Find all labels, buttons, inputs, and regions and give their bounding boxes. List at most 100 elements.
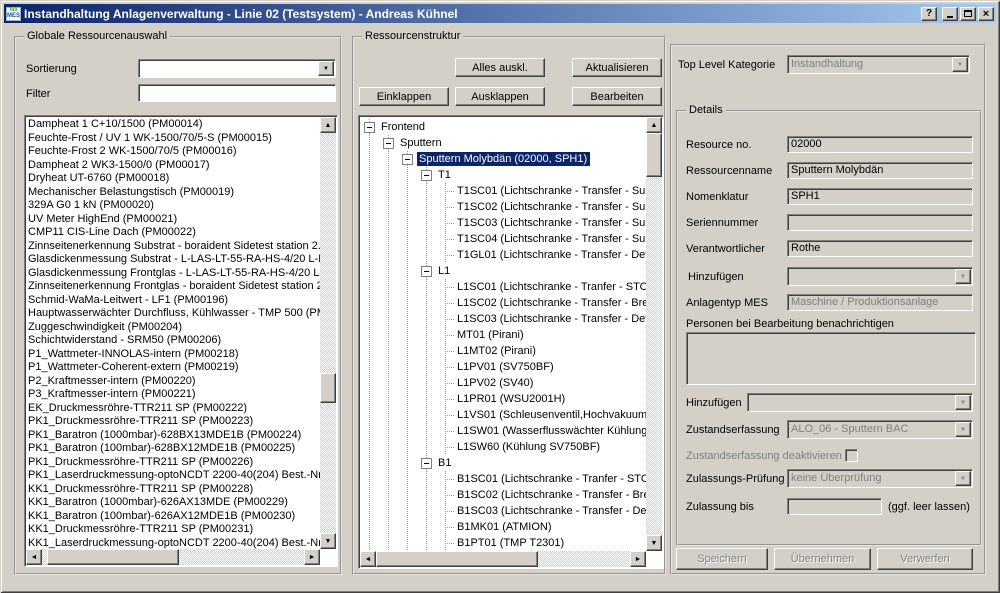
minimize-button[interactable]	[942, 7, 958, 21]
list-item[interactable]: Glasdickenmessung Frontglas - L-LAS-LT-5…	[26, 267, 320, 281]
ressourcenname-field[interactable]: Sputtern Molybdän	[787, 162, 973, 179]
list-item[interactable]: Glasdickenmessung Substrat - L-LAS-LT-55…	[26, 253, 320, 267]
aktualisieren-button[interactable]: Aktualisieren	[572, 58, 662, 77]
list-item[interactable]: KK1_Baratron (100mbar)-626AX12MDE1B (PM0…	[26, 510, 320, 524]
list-item[interactable]: Dryheat UT-6760 (PM00018)	[26, 172, 320, 186]
tree-vertical-scrollbar[interactable]: ▲ ▼	[646, 117, 662, 551]
tree-horizontal-scrollbar[interactable]: ◄ ►	[360, 551, 646, 567]
tree-item[interactable]: B1	[360, 455, 646, 471]
list-item[interactable]: Feuchte-Frost / UV 1 WK-1500/70/5-S (PM0…	[26, 132, 320, 146]
list-item[interactable]: Zuggeschwindigkeit (PM00204)	[26, 321, 320, 335]
sortierung-combobox[interactable]: ▼	[138, 59, 336, 78]
verwerfen-button[interactable]: Verwerfen	[877, 548, 973, 570]
list-item[interactable]: P1_Wattmeter-Coherent-extern (PM00219)	[26, 361, 320, 375]
list-item[interactable]: P2_Kraftmesser-intern (PM00220)	[26, 375, 320, 389]
tree-item[interactable]: T1SC01 (Lichtschranke - Transfer - Sub	[360, 183, 646, 199]
list-vscroll-thumb[interactable]	[320, 373, 336, 403]
tree-item[interactable]: L1SW01 (Wasserflusswächter Kühlung	[360, 423, 646, 439]
tree-collapse-icon[interactable]	[417, 455, 436, 471]
tree-item[interactable]: B1MK01 (ATMION)	[360, 519, 646, 535]
tree-item[interactable]: B1SC03 (Lichtschranke - Transfer - Dete	[360, 503, 646, 519]
verantwortlicher-field[interactable]: Rothe	[787, 240, 973, 257]
tree-collapse-icon[interactable]	[398, 151, 417, 167]
resource-listbox[interactable]: Dampheat 1 C+10/1500 (PM00014)Feuchte-Fr…	[24, 115, 338, 567]
list-item[interactable]: UV Meter HighEnd (PM00021)	[26, 213, 320, 227]
titlebar[interactable]: fab MES Instandhaltung Anlagenverwaltung…	[4, 4, 996, 23]
tree-item[interactable]: MT01 (Pirani)	[360, 327, 646, 343]
scroll-right-icon[interactable]: ►	[304, 549, 320, 565]
tree-item[interactable]: L1SC02 (Lichtschranke - Transfer - Bren	[360, 295, 646, 311]
list-item[interactable]: KK1_Druckmessröhre-TTR211 SP (PM00231)	[26, 523, 320, 537]
tree-item[interactable]: L1SW60 (Kühlung SV750BF)	[360, 439, 646, 455]
tree-item[interactable]: T1SC03 (Lichtschranke - Transfer - Sub	[360, 215, 646, 231]
list-vertical-scrollbar[interactable]: ▲ ▼	[320, 117, 336, 549]
chevron-down-icon[interactable]: ▼	[318, 61, 334, 76]
tree-item[interactable]: B1PT01 (TMP T2301)	[360, 535, 646, 551]
list-item[interactable]: Zinnseitenerkennung Substrat - boraident…	[26, 240, 320, 254]
scroll-down-icon[interactable]: ▼	[320, 533, 336, 549]
personen-box[interactable]	[686, 332, 976, 385]
tree-collapse-icon[interactable]	[360, 119, 379, 135]
nomenklatur-field[interactable]: SPH1	[787, 188, 973, 205]
speichern-button[interactable]: Speichern	[676, 548, 768, 570]
maximize-button[interactable]	[960, 7, 976, 21]
tree-vscroll-thumb[interactable]	[646, 133, 662, 177]
list-hscroll-thumb[interactable]	[47, 549, 179, 565]
tree-hscroll-thumb[interactable]	[376, 551, 538, 567]
list-item[interactable]: KK1_Baratron (1000mbar)-626AX13MDE (PM00…	[26, 496, 320, 510]
list-item[interactable]: P1_Wattmeter-INNOLAS-intern (PM00218)	[26, 348, 320, 362]
list-item[interactable]: Mechanischer Belastungstisch (PM00019)	[26, 186, 320, 200]
tree-item[interactable]: T1SC04 (Lichtschranke - Transfer - Sub	[360, 231, 646, 247]
tree-item[interactable]: L1	[360, 263, 646, 279]
help-button[interactable]: ?	[921, 7, 937, 21]
tree-item[interactable]: L1PV02 (SV40)	[360, 375, 646, 391]
list-item[interactable]: Hauptwasserwächter Durchfluss, Kühlwasse…	[26, 307, 320, 321]
tree-item[interactable]: T1SC02 (Lichtschranke - Transfer - Sub	[360, 199, 646, 215]
list-item[interactable]: Zinnseitenerkennung Frontglas - boraiden…	[26, 280, 320, 294]
scroll-left-icon[interactable]: ◄	[26, 549, 42, 565]
tree-item[interactable]: L1SC01 (Lichtschranke - Tranfer - STOP	[360, 279, 646, 295]
tree-item[interactable]: B1SC02 (Lichtschranke - Transfer - Bren	[360, 487, 646, 503]
list-item[interactable]: PK1_Baratron (100mbar)-628BX12MDE1B (PM0…	[26, 442, 320, 456]
list-item[interactable]: Schichtwiderstand - SRM50 (PM00206)	[26, 334, 320, 348]
list-item[interactable]: KK1_Druckmessröhre-TTR211 SP (PM00228)	[26, 483, 320, 497]
seriennummer-field[interactable]	[787, 214, 973, 231]
tree-item[interactable]: L1VS01 (Schleusenventil,Hochvakuum	[360, 407, 646, 423]
tree-collapse-icon[interactable]	[417, 167, 436, 183]
list-item[interactable]: PK1_Laserdruckmessung-optoNCDT 2200-40(2…	[26, 469, 320, 483]
tree-item[interactable]: L1SC03 (Lichtschranke - Transfer - Dete	[360, 311, 646, 327]
close-button[interactable]: ×	[978, 7, 994, 21]
scroll-down-icon[interactable]: ▼	[646, 535, 662, 551]
list-item[interactable]: Dampheat 1 C+10/1500 (PM00014)	[26, 118, 320, 132]
zulassung-bis-field[interactable]	[787, 498, 882, 515]
list-item[interactable]: PK1_Druckmessröhre-TTR211 SP (PM00226)	[26, 456, 320, 470]
list-item[interactable]: Feuchte-Frost 2 WK-1500/70/5 (PM00016)	[26, 145, 320, 159]
list-item[interactable]: EK_Druckmessröhre-TTR211 SP (PM00222)	[26, 402, 320, 416]
tree-item[interactable]: B1SC01 (Lichtschranke - Tranfer - STOP	[360, 471, 646, 487]
uebernehmen-button[interactable]: Übernehmen	[774, 548, 871, 570]
list-item[interactable]: P3_Kraftmesser-intern (PM00221)	[26, 388, 320, 402]
list-item[interactable]: 329A G0 1 kN (PM00020)	[26, 199, 320, 213]
scroll-up-icon[interactable]: ▲	[320, 117, 336, 133]
tree-item[interactable]: Frontend	[360, 119, 646, 135]
list-horizontal-scrollbar[interactable]: ◄ ►	[26, 549, 320, 565]
ausklappen-button[interactable]: Ausklappen	[455, 87, 545, 106]
tree-item[interactable]: T1GL01 (Lichtschranke - Transfer - Dete	[360, 247, 646, 263]
scroll-up-icon[interactable]: ▲	[646, 117, 662, 133]
list-item[interactable]: KK1_Laserdruckmessung-optoNCDT 2200-40(2…	[26, 537, 320, 550]
list-item[interactable]: PK1_Baratron (1000mbar)-628BX13MDE1B (PM…	[26, 429, 320, 443]
list-item[interactable]: Schmid-WaMa-Leitwert - LF1 (PM00196)	[26, 294, 320, 308]
tree-item[interactable]: L1MT02 (Pirani)	[360, 343, 646, 359]
tree-item[interactable]: Sputtern	[360, 135, 646, 151]
bearbeiten-button[interactable]: Bearbeiten	[572, 87, 662, 106]
scroll-left-icon[interactable]: ◄	[360, 551, 376, 567]
alles-auskl-button[interactable]: Alles auskl.	[455, 58, 545, 77]
tree-collapse-icon[interactable]	[379, 135, 398, 151]
scroll-right-icon[interactable]: ►	[630, 551, 646, 567]
filter-input[interactable]	[138, 84, 336, 102]
resource-no-field[interactable]: 02000	[787, 136, 973, 153]
tree-collapse-icon[interactable]	[417, 263, 436, 279]
tree-item[interactable]: Sputtern Molybdän (02000, SPH1)	[360, 151, 646, 167]
resource-treebox[interactable]: FrontendSputternSputtern Molybdän (02000…	[358, 115, 664, 569]
tree-item[interactable]: L1PV01 (SV750BF)	[360, 359, 646, 375]
